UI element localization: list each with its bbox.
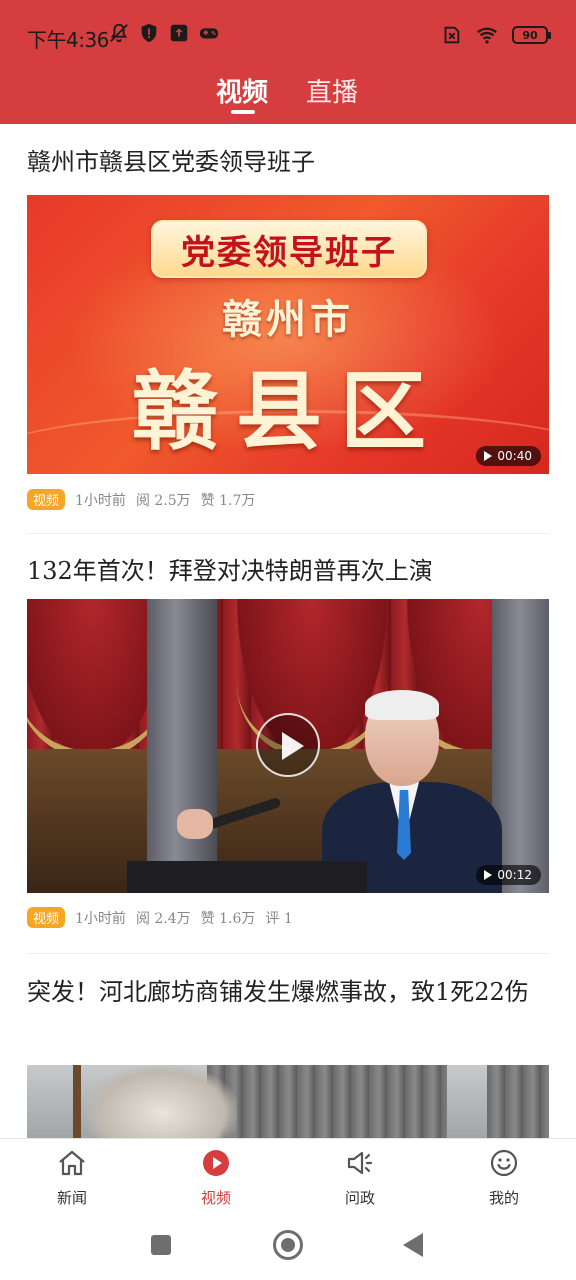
play-button-icon[interactable] bbox=[256, 713, 320, 777]
gamepad-icon bbox=[199, 28, 219, 39]
view-count: 阅 2.5万 bbox=[135, 492, 191, 509]
active-tab-indicator bbox=[231, 110, 255, 114]
feed-card[interactable]: 突发！河北廊坊商铺发生爆燃事故，致1死22伤 bbox=[27, 972, 549, 1138]
app-header: 下午4:36 90 视频 直播 bbox=[0, 0, 576, 124]
video-thumbnail[interactable]: 00:12 bbox=[27, 599, 549, 893]
publish-time: 1小时前 bbox=[75, 492, 126, 509]
building-facade bbox=[207, 1065, 447, 1138]
card-divider bbox=[27, 533, 549, 534]
type-badge: 视频 bbox=[27, 907, 66, 928]
smoke-cloud bbox=[87, 1065, 237, 1138]
top-tabs: 视频 直播 bbox=[0, 70, 576, 124]
status-icons-right: 90 bbox=[440, 24, 551, 46]
card-divider bbox=[27, 953, 549, 954]
video-feed[interactable]: 赣州市赣县区党委领导班子 党委领导班子 赣州市 赣县区 00:40 视频 1小时… bbox=[0, 124, 576, 1138]
publish-time: 1小时前 bbox=[75, 910, 126, 927]
building-facade bbox=[487, 1065, 549, 1138]
duration-badge: 00:40 bbox=[476, 446, 541, 466]
comment-count: 评 1 bbox=[265, 910, 293, 927]
play-small-icon bbox=[484, 451, 493, 461]
card-meta: 视频 1小时前 阅 2.5万 赞 1.7万 bbox=[27, 489, 255, 510]
battery-icon: 90 bbox=[512, 26, 551, 44]
nav-item-video[interactable]: 视频 bbox=[176, 1147, 256, 1208]
thumbnail-city-text: 赣州市 bbox=[222, 296, 354, 343]
tab-video[interactable]: 视频 bbox=[216, 72, 268, 109]
megaphone-icon bbox=[347, 1151, 373, 1175]
like-count: 赞 1.7万 bbox=[200, 492, 256, 509]
home-button-icon[interactable] bbox=[273, 1230, 303, 1260]
stage-pillar bbox=[147, 599, 217, 893]
card-title[interactable]: 突发！河北廊坊商铺发生爆燃事故，致1死22伤 bbox=[27, 972, 549, 1012]
view-count: 阅 2.4万 bbox=[135, 910, 191, 927]
nav-label: 视频 bbox=[200, 1189, 231, 1207]
smiley-icon bbox=[490, 1149, 518, 1177]
thumbnail-banner-text: 党委领导班子 bbox=[151, 220, 427, 278]
status-bar: 下午4:36 90 bbox=[0, 0, 576, 70]
speaker-hair bbox=[365, 690, 439, 720]
status-time: 下午4:36 bbox=[27, 28, 109, 52]
curtain-trim bbox=[27, 599, 167, 759]
podium bbox=[127, 861, 367, 893]
play-circle-icon bbox=[203, 1150, 229, 1176]
nav-item-gov[interactable]: 问政 bbox=[320, 1147, 400, 1208]
nav-label: 问政 bbox=[344, 1189, 375, 1207]
card-meta: 视频 1小时前 阅 2.4万 赞 1.6万 评 1 bbox=[27, 907, 293, 928]
utility-pole bbox=[73, 1065, 81, 1138]
duration-text: 00:40 bbox=[497, 449, 532, 463]
type-badge: 视频 bbox=[27, 489, 66, 510]
nav-label: 我的 bbox=[488, 1189, 519, 1207]
home-icon bbox=[59, 1150, 85, 1176]
bottom-nav: 新闻 视频 问政 我的 bbox=[0, 1138, 576, 1214]
feed-card[interactable]: 赣州市赣县区党委领导班子 党委领导班子 赣州市 赣县区 00:40 视频 1小时… bbox=[27, 142, 549, 534]
recent-apps-icon[interactable] bbox=[151, 1235, 171, 1255]
nav-label: 新闻 bbox=[56, 1189, 87, 1207]
shield-icon bbox=[141, 23, 157, 43]
video-thumbnail[interactable]: 党委领导班子 赣州市 赣县区 00:40 bbox=[27, 195, 549, 474]
system-nav-bar bbox=[0, 1214, 576, 1280]
mute-bell-icon bbox=[110, 23, 128, 43]
tab-live[interactable]: 直播 bbox=[306, 72, 358, 109]
wifi-icon bbox=[477, 27, 497, 44]
duration-text: 00:12 bbox=[497, 868, 532, 882]
video-thumbnail[interactable] bbox=[27, 1065, 549, 1138]
like-count: 赞 1.6万 bbox=[200, 910, 256, 927]
thumbnail-county-text: 赣县区 bbox=[132, 361, 444, 462]
nav-item-mine[interactable]: 我的 bbox=[464, 1147, 544, 1208]
battery-level: 90 bbox=[522, 28, 538, 42]
feed-card[interactable]: 132年首次！拜登对决特朗普再次上演 00:12 视频 1小时前 阅 2.4万 … bbox=[27, 551, 549, 954]
status-icons-left bbox=[108, 22, 220, 44]
card-title[interactable]: 132年首次！拜登对决特朗普再次上演 bbox=[27, 551, 549, 591]
back-icon[interactable] bbox=[403, 1233, 423, 1257]
speaker-hand bbox=[177, 809, 213, 839]
nav-item-news[interactable]: 新闻 bbox=[32, 1147, 112, 1208]
duration-badge: 00:12 bbox=[476, 865, 541, 885]
sim-x-icon bbox=[444, 26, 460, 44]
card-title[interactable]: 赣州市赣县区党委领导班子 bbox=[27, 142, 549, 182]
upload-box-icon bbox=[170, 24, 188, 42]
play-small-icon bbox=[484, 870, 493, 880]
